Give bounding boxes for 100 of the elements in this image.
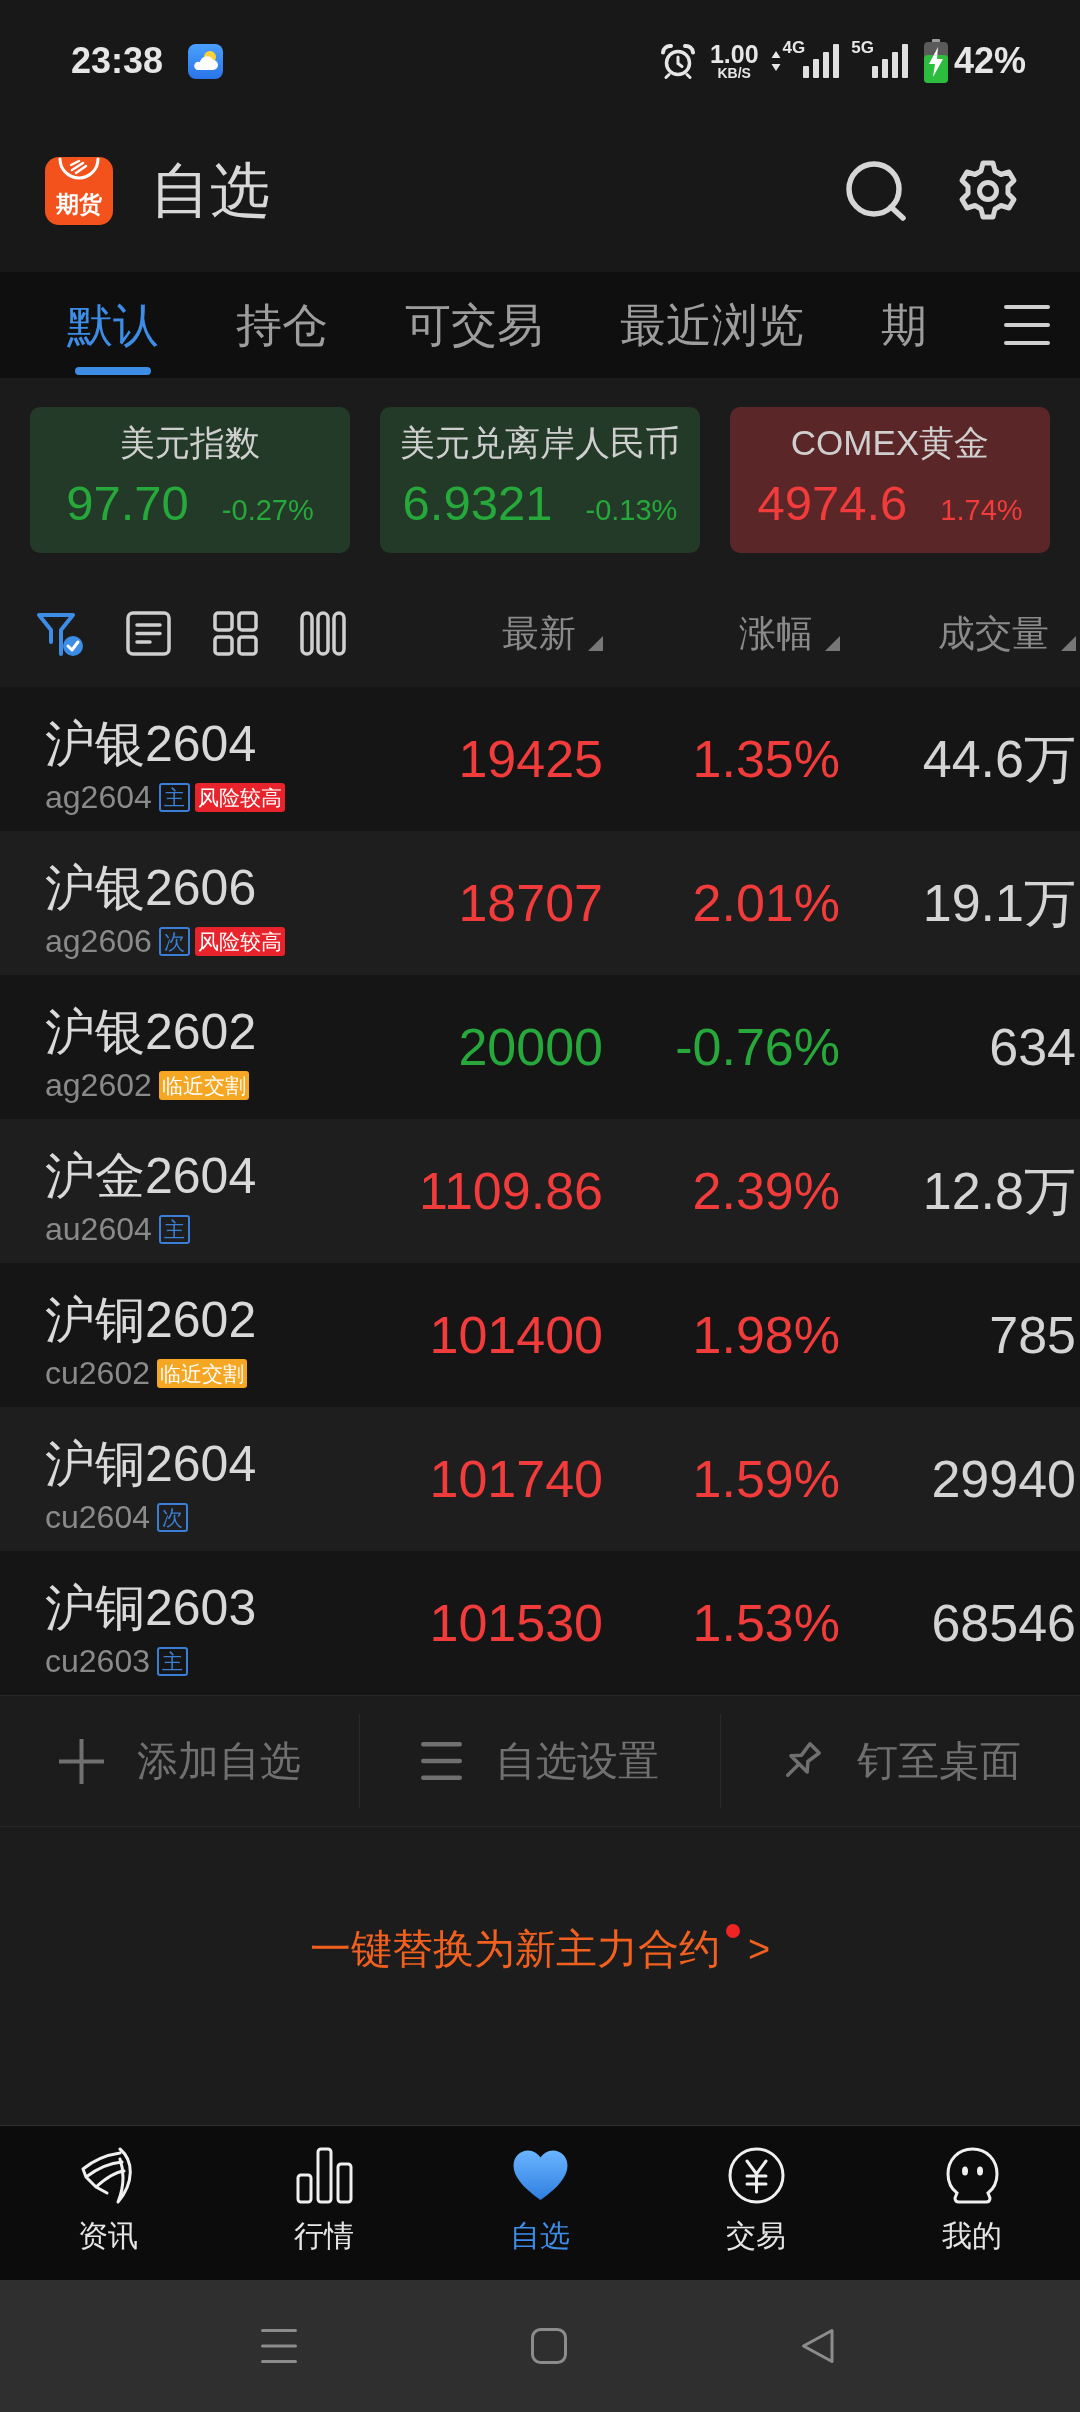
tab[interactable]: 最近浏览 (620, 272, 804, 378)
nav-tab[interactable]: 行情 (294, 2147, 354, 2254)
price-text: 1109.86 (418, 1161, 603, 1221)
volume-text: 785 (989, 1305, 1076, 1365)
nav-tab[interactable]: 资讯 (78, 2147, 138, 2254)
battery-icon (923, 39, 948, 83)
contract-code: cu2602 (45, 1355, 150, 1391)
volume-text: 68546 (931, 1593, 1076, 1653)
sort-icon (1061, 635, 1076, 651)
nav-tab[interactable]: 我的 (942, 2147, 1002, 2254)
settings-icon[interactable] (957, 160, 1019, 222)
sort-icon (588, 635, 603, 651)
contract-tag: 主 (158, 1214, 190, 1244)
contract-code: cu2603 (45, 1643, 150, 1679)
alert-tag: 风险较高 (194, 926, 285, 956)
contract-name: 沪银2602 (45, 1003, 258, 1061)
contract-code: cu2604 (45, 1499, 150, 1535)
market-card[interactable]: 美元兑离岸人民币 6.9321 -0.13% (380, 407, 700, 553)
nav-tab[interactable]: 自选 (510, 2147, 570, 2254)
contract-tag: 主 (157, 1646, 188, 1676)
volume-text: 19.1万 (922, 873, 1076, 933)
grid-icon[interactable] (213, 611, 258, 656)
market-card[interactable]: 美元指数 97.70 -0.27% (30, 407, 350, 553)
contract-code: au2604 (45, 1211, 152, 1247)
logo-text: 期货 (56, 193, 102, 216)
contract-code: ag2604 (45, 779, 152, 815)
bar-chart-icon (295, 2147, 353, 2204)
volume-text: 12.8万 (922, 1161, 1076, 1221)
volume-text: 634 (989, 1017, 1076, 1077)
volume-text: 44.6万 (922, 729, 1076, 789)
price-text: 20000 (458, 1017, 603, 1077)
card-value: 6.9321 (402, 475, 553, 532)
change-text: 1.53% (692, 1593, 840, 1653)
contract-name: 沪铜2604 (45, 1435, 258, 1493)
filter-icon[interactable] (36, 610, 84, 657)
clock-text: 23:38 (71, 43, 164, 79)
promo-link[interactable]: 一键替换为新主力合约 > (309, 1924, 771, 1974)
sort-icon (825, 635, 840, 651)
search-icon[interactable] (845, 160, 907, 222)
home-icon[interactable] (531, 2328, 567, 2364)
column-header[interactable]: 涨幅 (739, 612, 840, 655)
watchlist-row[interactable]: 沪银2602 ag2602 临近交割 20000 -0.76% 634 (0, 975, 1080, 1119)
yen-coin-icon (727, 2147, 785, 2204)
alert-tag: 临近交割 (158, 1070, 249, 1100)
back-icon[interactable] (801, 2328, 835, 2364)
alarm-icon (659, 43, 696, 79)
signal-icon (871, 44, 908, 78)
columns-icon[interactable] (300, 611, 346, 656)
contract-name: 沪金2604 (45, 1147, 258, 1205)
menu-icon[interactable] (1004, 305, 1050, 345)
list-icon[interactable] (126, 611, 171, 656)
change-text: 1.35% (692, 729, 840, 789)
network-type-text: 5G (851, 39, 874, 56)
watchlist-row[interactable]: 沪铜2603 cu2603 主 101530 1.53% 68546 (0, 1551, 1080, 1695)
column-header[interactable]: 成交量 (938, 612, 1076, 655)
tab[interactable]: 期 (881, 272, 927, 378)
price-text: 101530 (429, 1593, 603, 1653)
price-text: 101400 (429, 1305, 603, 1365)
contract-name: 沪铜2602 (45, 1291, 258, 1349)
card-title: 美元兑离岸人民币 (400, 422, 680, 464)
contract-code: ag2606 (45, 923, 152, 959)
page-title: 自选 (150, 161, 270, 221)
price-text: 19425 (458, 729, 603, 789)
volume-text: 29940 (931, 1449, 1076, 1509)
tab[interactable]: 可交易 (405, 272, 543, 378)
watchlist-row[interactable]: 沪银2604 ag2604 主 风险较高 19425 1.35% 44.6万 (0, 687, 1080, 831)
card-change: 1.74% (940, 496, 1023, 525)
contract-name: 沪铜2603 (45, 1579, 258, 1637)
change-text: 2.01% (692, 873, 840, 933)
nav-tab[interactable]: 交易 (726, 2147, 786, 2254)
contract-code: ag2602 (45, 1067, 152, 1103)
change-text: 1.59% (692, 1449, 840, 1509)
contract-name: 沪银2606 (45, 859, 258, 917)
card-title: 美元指数 (120, 422, 260, 464)
list-lines-icon (421, 1742, 462, 1780)
contract-tag: 次 (158, 926, 190, 956)
market-card[interactable]: COMEX黄金 4974.6 1.74% (730, 407, 1050, 553)
battery-text: 42% (953, 43, 1026, 79)
tab[interactable]: 默认 (67, 272, 159, 378)
price-text: 101740 (429, 1449, 603, 1509)
card-change: -0.13% (585, 496, 678, 525)
contract-tag: 主 (158, 782, 190, 812)
tab[interactable]: 持仓 (236, 272, 328, 378)
signal-icon (803, 44, 840, 78)
card-value: 97.70 (66, 475, 189, 532)
network-speed-text: 1.00 (709, 41, 759, 66)
contract-tag: 次 (157, 1502, 188, 1532)
watchlist-row[interactable]: 沪铜2602 cu2602 临近交割 101400 1.98% 785 (0, 1263, 1080, 1407)
speed-unit-text: KB/S (717, 65, 751, 81)
swoosh-icon (57, 157, 101, 181)
change-text: 2.39% (692, 1161, 840, 1221)
network-type-text: 4G (782, 39, 806, 56)
contract-name: 沪银2604 (45, 715, 258, 773)
alert-tag: 风险较高 (194, 782, 285, 812)
card-change: -0.27% (221, 496, 314, 525)
change-text: -0.76% (675, 1017, 840, 1077)
column-header[interactable]: 最新 (502, 612, 603, 655)
data-arrows-icon (770, 50, 781, 72)
card-value: 4974.6 (757, 475, 908, 532)
alert-tag: 临近交割 (157, 1358, 247, 1388)
